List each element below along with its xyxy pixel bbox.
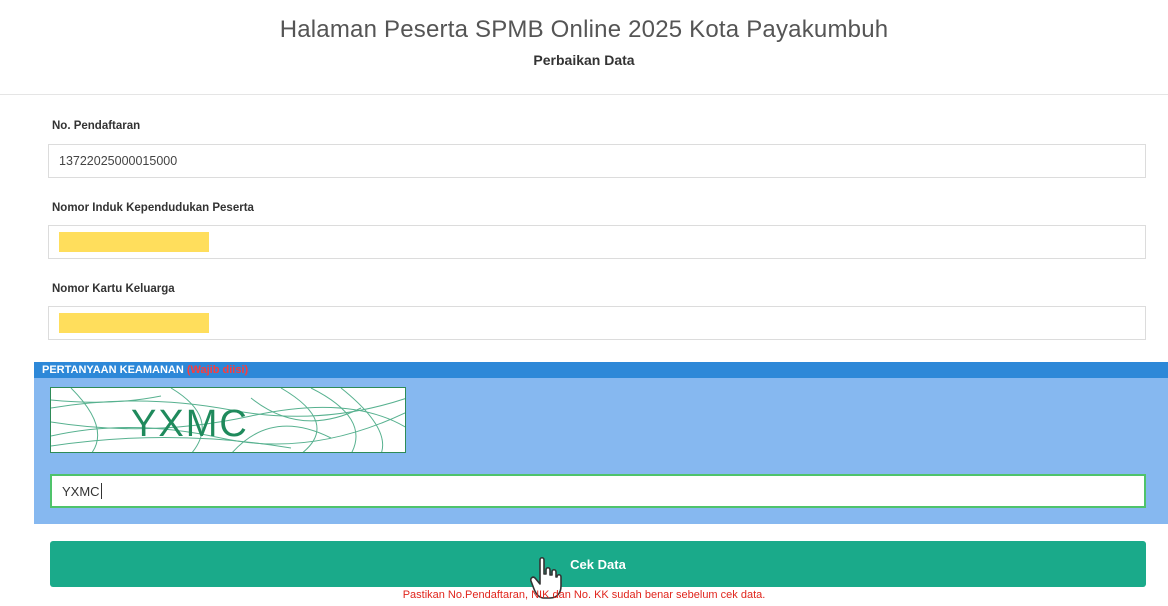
security-header: PERTANYAAN KEAMANAN (Wajib diisi) <box>34 362 1168 378</box>
page-title: Halaman Peserta SPMB Online 2025 Kota Pa… <box>279 16 889 43</box>
page-subtitle: Perbaikan Data <box>533 52 635 68</box>
captcha-answer-input[interactable]: YXMC <box>50 474 1146 508</box>
text-caret <box>100 483 102 499</box>
required-note: (Wajib diisi) <box>186 364 249 376</box>
registration-input[interactable]: 13722025000015000 <box>48 144 1146 178</box>
registration-value: 13722025000015000 <box>59 154 178 168</box>
kk-masked-value <box>59 313 209 333</box>
warning-note: Pastikan No.Pendaftaran, NIK dan No. KK … <box>402 589 766 601</box>
security-title: PERTANYAAN KEAMANAN <box>42 364 184 376</box>
page-header: Halaman Peserta SPMB Online 2025 Kota Pa… <box>0 0 1168 95</box>
nik-masked-value <box>59 232 209 252</box>
kk-input[interactable] <box>48 306 1146 340</box>
captcha-answer-value: YXMC <box>62 483 100 499</box>
nik-input[interactable] <box>48 225 1146 259</box>
check-data-button-label: Cek Data <box>570 556 626 572</box>
security-question-panel: PERTANYAAN KEAMANAN (Wajib diisi) YXMC Y <box>34 362 1168 524</box>
kk-label: Nomor Kartu Keluarga <box>52 283 175 295</box>
registration-label: No. Pendaftaran <box>52 120 141 132</box>
nik-label: Nomor Induk Kependudukan Peserta <box>52 202 254 214</box>
check-data-button[interactable]: Cek Data <box>50 541 1146 587</box>
captcha-image: YXMC <box>50 387 406 453</box>
captcha-text: YXMC <box>131 403 249 445</box>
captcha-noise-lines: YXMC <box>51 388 405 452</box>
